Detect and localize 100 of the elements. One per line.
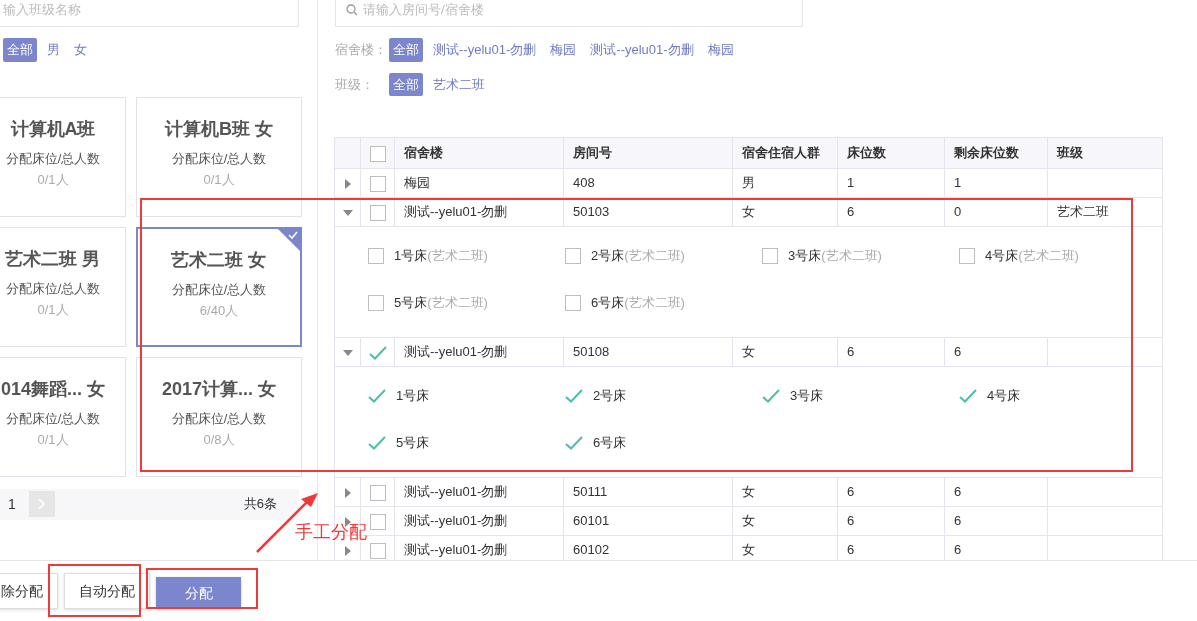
- annotation-text: 手工分配: [295, 523, 367, 541]
- table-cell: 50111: [573, 484, 608, 500]
- table-cell: 女: [742, 204, 755, 220]
- total-count: 共6条: [243, 495, 277, 514]
- card-count: 0/1人: [203, 171, 235, 189]
- class-card[interactable]: 艺术二班 女 分配床位/总人数 6/40人: [136, 226, 302, 347]
- table-cell: 6: [954, 513, 962, 529]
- column-header: 宿舍楼: [394, 137, 564, 169]
- table-cell: 测试--yelu01-勿删: [404, 344, 508, 360]
- expand-caret-icon[interactable]: [344, 545, 351, 556]
- table-cell: 梅园: [404, 175, 430, 191]
- table-cell: 6: [847, 484, 855, 500]
- class-card[interactable]: 计算机B班 女 分配床位/总人数 0/1人: [136, 96, 302, 217]
- table-cell: 6: [847, 344, 855, 360]
- bed-label[interactable]: 5号床: [396, 433, 430, 453]
- bed-label[interactable]: 3号床(艺术二班): [788, 246, 882, 266]
- action-button[interactable]: 除分配: [0, 573, 58, 609]
- action-button[interactable]: 自动分配: [64, 573, 150, 609]
- bed-label[interactable]: 4号床: [987, 386, 1021, 406]
- bed-label[interactable]: 6号床(艺术二班): [591, 293, 685, 313]
- checkbox[interactable]: [369, 145, 386, 162]
- bed-label[interactable]: 2号床(艺术二班): [591, 246, 685, 266]
- check-icon[interactable]: [565, 389, 583, 403]
- filter-tag[interactable]: 艺术二班: [429, 72, 489, 96]
- table-cell: 测试--yelu01-勿删: [404, 542, 508, 558]
- check-icon[interactable]: [368, 345, 387, 360]
- table-cell: 测试--yelu01-勿删: [404, 204, 508, 220]
- card-title: 艺术二班 女: [171, 248, 267, 272]
- bed-label[interactable]: 4号床(艺术二班): [985, 246, 1079, 266]
- table-cell: 6: [954, 344, 962, 360]
- column-header: 班级: [1047, 137, 1163, 169]
- table-cell: 测试--yelu01-勿删: [404, 484, 508, 500]
- check-icon[interactable]: [368, 436, 386, 450]
- next-page-button[interactable]: [28, 491, 55, 517]
- check-icon[interactable]: [762, 389, 780, 403]
- bed-label[interactable]: 1号床: [396, 386, 430, 406]
- class-card[interactable]: 014舞蹈... 女 分配床位/总人数 0/1人: [0, 356, 126, 477]
- checkbox[interactable]: [369, 513, 386, 530]
- filter-tag[interactable]: 测试--yelu01-勿删: [586, 38, 698, 62]
- card-title: 014舞蹈... 女: [0, 377, 105, 401]
- check-icon[interactable]: [368, 389, 386, 403]
- table-cell: 60101: [573, 513, 610, 529]
- search-icon: [346, 4, 358, 16]
- filter-tag[interactable]: 梅园: [703, 38, 738, 62]
- table-cell: 6: [847, 513, 855, 529]
- bed-label[interactable]: 3号床: [790, 386, 824, 406]
- card-title: 计算机B班 女: [165, 117, 273, 141]
- card-count: 6/40人: [199, 302, 239, 320]
- table-cell: 50103: [573, 204, 610, 220]
- class-card[interactable]: 计算机A班 分配床位/总人数 0/1人: [0, 96, 126, 217]
- card-subtitle: 分配床位/总人数: [171, 409, 267, 428]
- bed-label[interactable]: 1号床(艺术二班): [394, 246, 488, 266]
- card-subtitle: 分配床位/总人数: [171, 280, 267, 299]
- checkbox[interactable]: [368, 248, 384, 264]
- column-header: 宿舍住宿人群: [732, 137, 838, 169]
- expand-caret-icon[interactable]: [344, 178, 351, 189]
- filter-tag[interactable]: 梅园: [546, 38, 581, 62]
- card-subtitle: 分配床位/总人数: [5, 149, 101, 168]
- card-subtitle: 分配床位/总人数: [5, 409, 101, 428]
- check-icon[interactable]: [565, 436, 583, 450]
- checkbox[interactable]: [565, 295, 581, 311]
- checkbox[interactable]: [369, 204, 386, 221]
- bed-label[interactable]: 2号床: [593, 386, 627, 406]
- table-cell: 女: [742, 484, 755, 500]
- checkbox[interactable]: [762, 248, 778, 264]
- bed-label[interactable]: 5号床(艺术二班): [394, 293, 488, 313]
- check-icon[interactable]: [959, 389, 977, 403]
- bed-label[interactable]: 6号床: [593, 433, 627, 453]
- column-header: 房间号: [563, 137, 733, 169]
- table-cell: 6: [847, 542, 855, 558]
- table-cell: 1: [954, 175, 962, 191]
- card-title: 2017计算... 女: [161, 377, 276, 401]
- checkbox[interactable]: [369, 484, 386, 501]
- class-card[interactable]: 2017计算... 女 分配床位/总人数 0/8人: [136, 356, 302, 477]
- card-count: 0/1人: [37, 431, 69, 449]
- expand-caret-icon[interactable]: [344, 487, 351, 498]
- page-number[interactable]: 1: [8, 493, 16, 515]
- card-subtitle: 分配床位/总人数: [171, 149, 267, 168]
- table-cell: 6: [954, 542, 962, 558]
- filter-tag[interactable]: 测试--yelu01-勿删: [429, 38, 541, 62]
- class-card[interactable]: 艺术二班 男 分配床位/总人数 0/1人: [0, 226, 126, 347]
- table-cell: 女: [742, 344, 755, 360]
- checkbox[interactable]: [368, 295, 384, 311]
- table-cell: 6: [847, 204, 855, 220]
- search-placeholder: 请输入房间号/宿舍楼: [363, 1, 484, 20]
- collapse-caret-icon[interactable]: [342, 209, 353, 216]
- table-cell: 测试--yelu01-勿删: [404, 513, 508, 529]
- checkbox[interactable]: [369, 175, 386, 192]
- checkbox[interactable]: [565, 248, 581, 264]
- table-cell: 408: [573, 175, 595, 191]
- chevron-right-icon: [37, 498, 46, 510]
- table-cell: 女: [742, 513, 755, 529]
- column-header: 床位数: [837, 137, 945, 169]
- checkbox[interactable]: [959, 248, 975, 264]
- card-title: 艺术二班 男: [5, 247, 101, 271]
- filter-tag[interactable]: 女: [70, 38, 91, 62]
- filter-tag[interactable]: 男: [43, 38, 64, 62]
- checkbox[interactable]: [369, 542, 386, 559]
- table-cell: 50108: [573, 344, 610, 360]
- collapse-caret-icon[interactable]: [342, 349, 353, 356]
